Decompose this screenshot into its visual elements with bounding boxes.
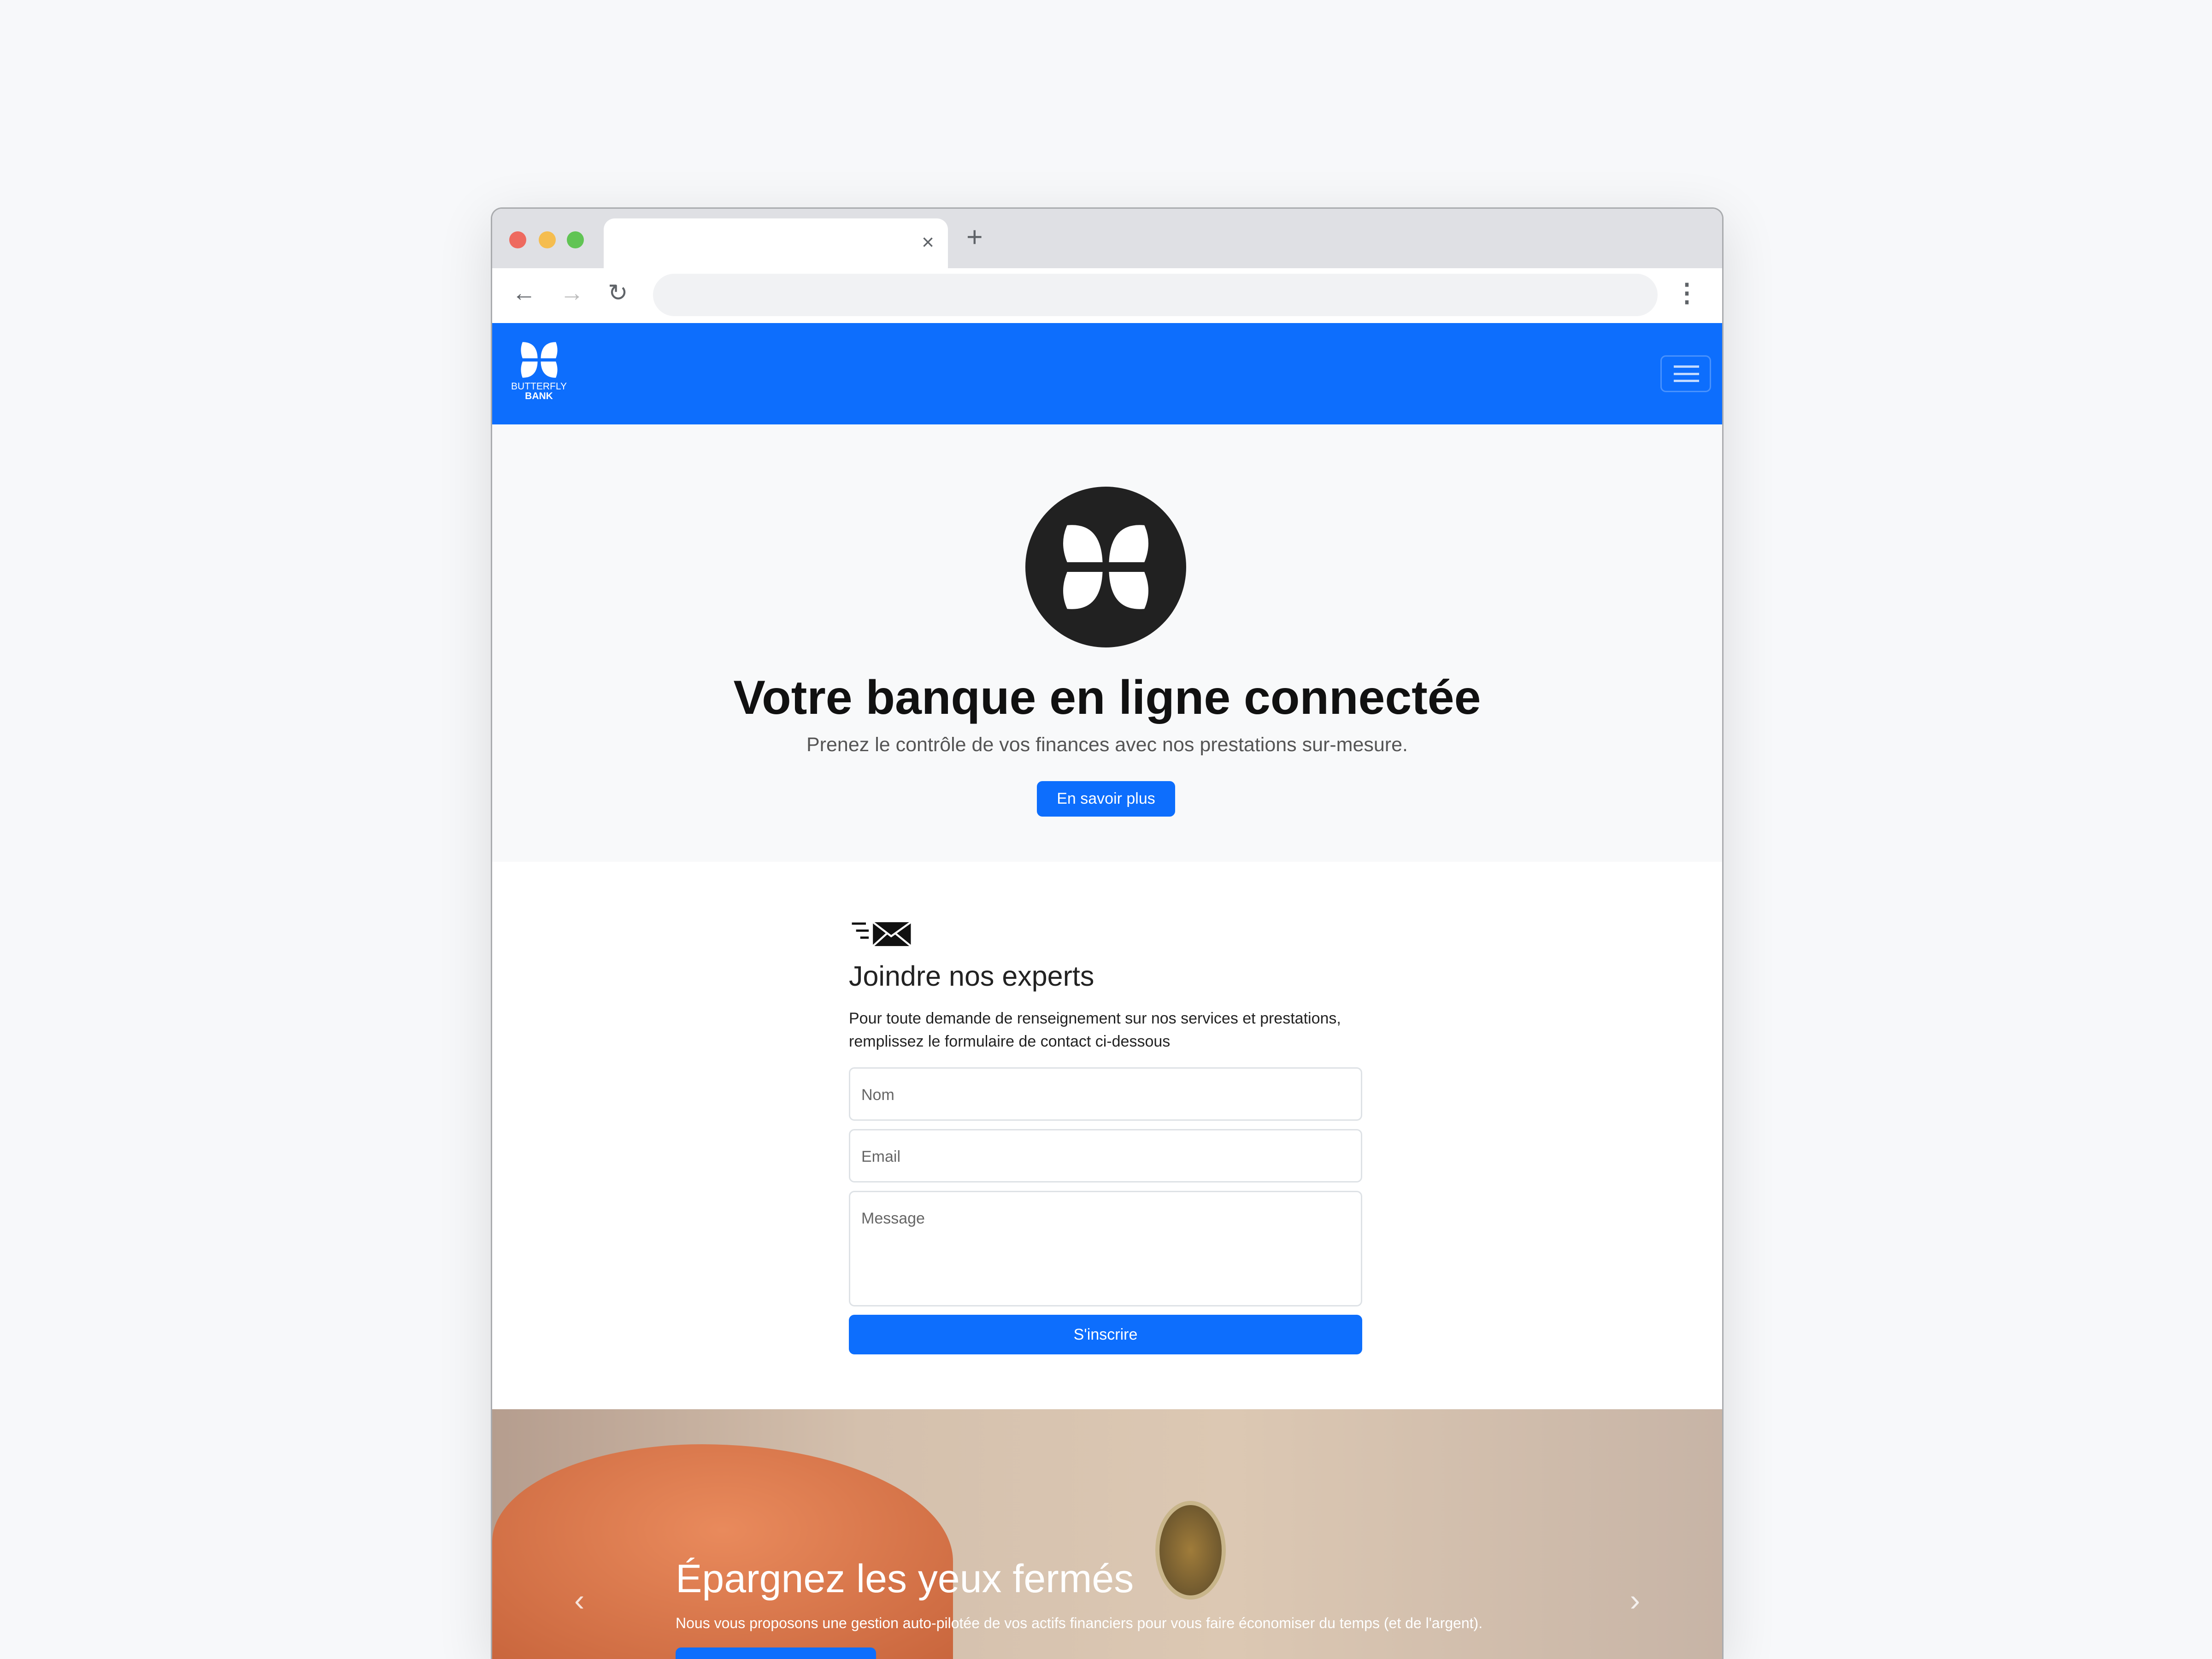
- contact-title: Joindre nos experts: [849, 960, 1094, 992]
- close-tab-icon[interactable]: ×: [922, 229, 934, 254]
- brand-logo[interactable]: BUTTERFLY BANK: [506, 340, 571, 401]
- browser-toolbar: ← → ↻ ⋮: [492, 268, 1722, 323]
- fast-mail-icon: [852, 921, 912, 947]
- carousel: ‹ › Épargnez les yeux fermés Nous vous p…: [492, 1409, 1722, 1659]
- carousel-title: Épargnez les yeux fermés: [676, 1557, 1134, 1601]
- learn-more-button[interactable]: En savoir plus: [1037, 781, 1175, 817]
- tab-bar: × +: [492, 209, 1722, 268]
- contact-section: Joindre nos experts Pour toute demande d…: [492, 862, 1722, 1409]
- message-textarea[interactable]: Message: [849, 1191, 1362, 1306]
- butterfly-icon: [520, 342, 558, 378]
- forward-icon[interactable]: →: [560, 279, 584, 307]
- brand-name-line2: BANK: [525, 391, 553, 401]
- carousel-next-icon[interactable]: ›: [1630, 1584, 1640, 1617]
- reload-icon[interactable]: ↻: [608, 279, 628, 307]
- coin-image: [1155, 1501, 1226, 1600]
- address-bar[interactable]: [653, 274, 1658, 316]
- minimize-window-button[interactable]: [539, 231, 556, 248]
- navbar: BUTTERFLY BANK: [492, 323, 1722, 424]
- carousel-prev-icon[interactable]: ‹: [574, 1584, 584, 1617]
- new-tab-button[interactable]: +: [966, 223, 983, 251]
- browser-tab[interactable]: ×: [604, 218, 948, 268]
- browser-window: × + ← → ↻ ⋮ BUTTERFLY BANK Votre banque …: [491, 207, 1724, 1659]
- brand-name-line1: BUTTERFLY: [511, 381, 567, 392]
- back-icon[interactable]: ←: [512, 279, 536, 307]
- name-input[interactable]: Nom: [849, 1067, 1362, 1121]
- browser-menu-icon[interactable]: ⋮: [1674, 276, 1700, 309]
- maximize-window-button[interactable]: [567, 231, 584, 248]
- submit-button[interactable]: S'inscrire: [849, 1315, 1362, 1354]
- contact-description: Pour toute demande de renseignement sur …: [849, 1010, 1341, 1050]
- butterfly-logo-icon: [1025, 487, 1186, 647]
- hero-subtitle: Prenez le contrôle de vos finances avec …: [806, 734, 1408, 756]
- hero-title: Votre banque en ligne connectée: [733, 671, 1481, 724]
- email-input[interactable]: Email: [849, 1129, 1362, 1182]
- carousel-text: Nous vous proposons une gestion auto-pil…: [676, 1615, 1483, 1631]
- hero-section: Votre banque en ligne connectée Prenez l…: [492, 424, 1722, 862]
- carousel-cta-button[interactable]: [676, 1647, 876, 1659]
- navbar-toggler[interactable]: [1660, 355, 1711, 392]
- close-window-button[interactable]: [509, 231, 526, 248]
